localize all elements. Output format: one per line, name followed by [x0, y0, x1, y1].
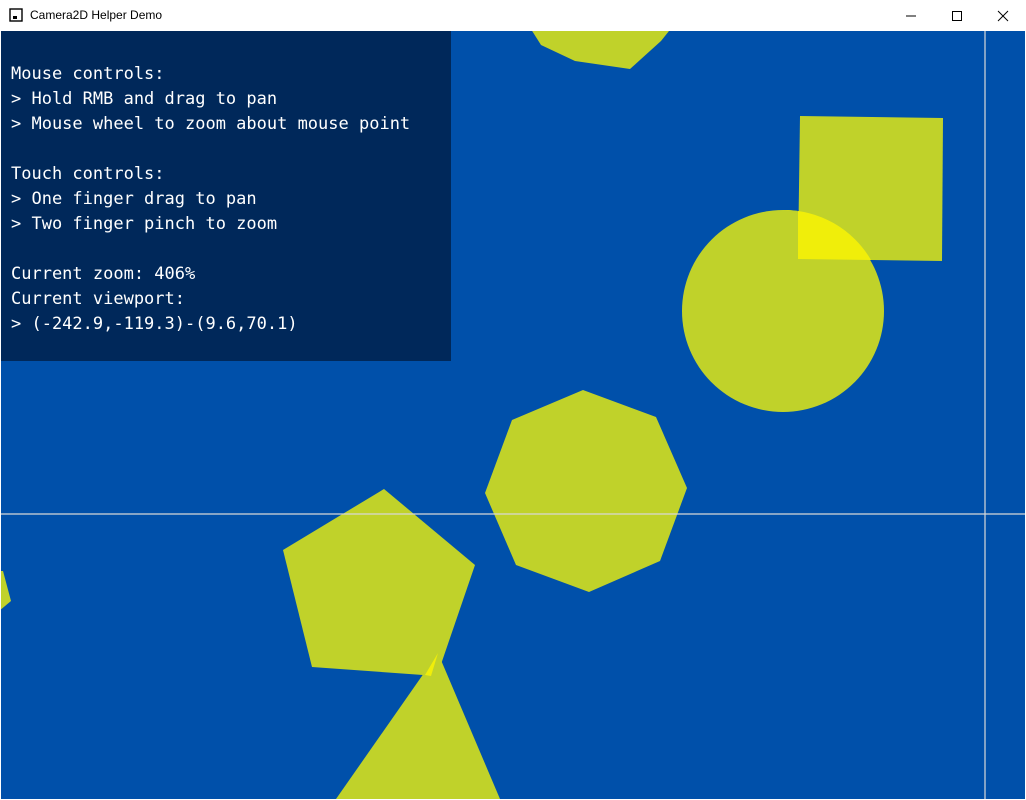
- info-panel: Mouse controls: > Hold RMB and drag to p…: [1, 31, 451, 361]
- touch-controls-line-1: > One finger drag to pan: [11, 189, 257, 209]
- touch-controls-line-2: > Two finger pinch to zoom: [11, 214, 278, 234]
- mouse-controls-line-2: > Mouse wheel to zoom about mouse point: [11, 114, 411, 134]
- mouse-controls-line-1: > Hold RMB and drag to pan: [11, 89, 278, 109]
- close-icon: [997, 10, 1009, 21]
- current-viewport-value: > (-242.9,-119.3)-(9.6,70.1): [11, 314, 298, 334]
- maximize-icon: [952, 10, 962, 21]
- title-bar[interactable]: Camera2D Helper Demo: [0, 0, 1026, 31]
- app-window: Camera2D Helper Demo Mouse controls: > H…: [0, 0, 1026, 800]
- close-button[interactable]: [980, 0, 1026, 31]
- maximize-button[interactable]: [934, 0, 980, 31]
- minimize-icon: [906, 15, 916, 16]
- current-zoom-text: Current zoom: 406%: [11, 264, 196, 284]
- minimize-button[interactable]: [888, 0, 934, 31]
- mouse-controls-heading: Mouse controls:: [11, 64, 165, 84]
- touch-controls-heading: Touch controls:: [11, 164, 165, 184]
- window-title: Camera2D Helper Demo: [30, 8, 163, 22]
- shape-octagon: [485, 390, 687, 592]
- current-viewport-label: Current viewport:: [11, 289, 185, 309]
- app-icon: [9, 8, 23, 22]
